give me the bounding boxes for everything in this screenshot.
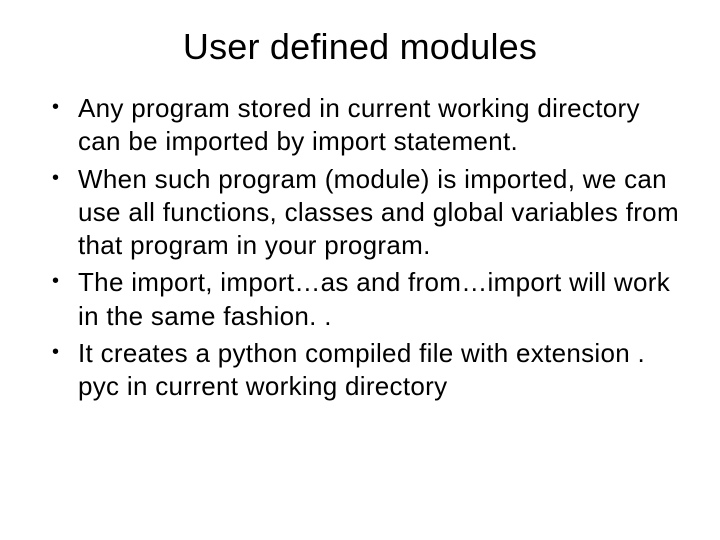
bullet-list: Any program stored in current working di… — [40, 92, 680, 403]
slide: User defined modules Any program stored … — [0, 0, 720, 540]
slide-title: User defined modules — [40, 26, 680, 68]
list-item: When such program (module) is imported, … — [48, 163, 680, 263]
list-item: It creates a python compiled file with e… — [48, 337, 680, 404]
list-item: Any program stored in current working di… — [48, 92, 680, 159]
list-item: The import, import…as and from…import wi… — [48, 266, 680, 333]
